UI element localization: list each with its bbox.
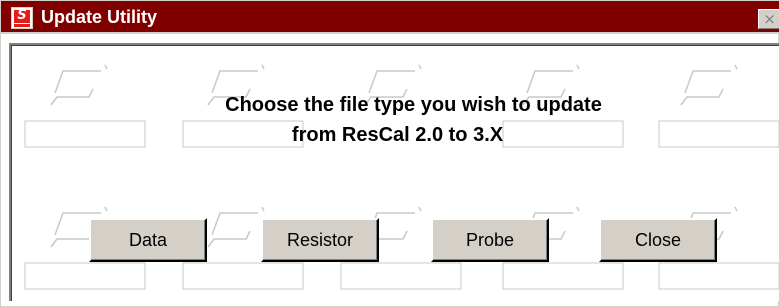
update-utility-window: S Update Utility × Choose the file type … (0, 0, 779, 307)
instruction-line-1: Choose the file type you wish to update (225, 94, 602, 116)
data-button[interactable]: Data (89, 218, 207, 262)
resistor-button[interactable]: Resistor (261, 218, 379, 262)
probe-button[interactable]: Probe (431, 218, 549, 262)
content-frame (11, 45, 779, 301)
dialog-content: Choose the file type you wish to update … (9, 43, 779, 301)
title-bar[interactable]: S Update Utility × (1, 1, 779, 34)
close-button[interactable]: Close (599, 218, 717, 262)
app-logo-icon[interactable]: S (11, 7, 33, 29)
instruction-message: Choose the file type you wish to update … (11, 90, 779, 150)
app-logo-icon-bottom (14, 24, 30, 27)
instruction-line-2: from ResCal 2.0 to 3.X (291, 124, 504, 146)
app-logo-glyph: S (17, 8, 27, 23)
close-icon[interactable]: × (758, 9, 779, 29)
window-title: Update Utility (41, 7, 158, 27)
